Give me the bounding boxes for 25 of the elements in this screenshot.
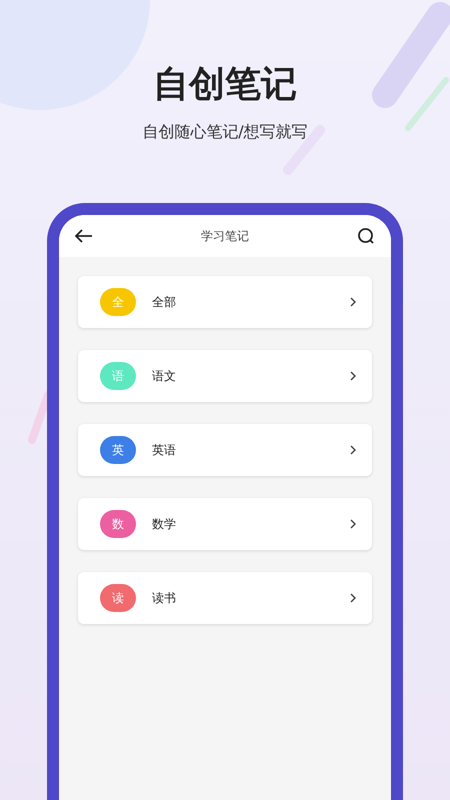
chevron-right-icon (350, 593, 356, 603)
category-badge: 读 (100, 584, 136, 612)
subtitle: 自创随心笔记/想写就写 (142, 121, 308, 143)
category-label: 数学 (152, 516, 177, 533)
category-card[interactable]: 数 数学 (78, 498, 372, 550)
chevron-right-icon (350, 519, 356, 529)
category-label: 语文 (152, 368, 177, 385)
category-badge: 数 (100, 510, 136, 538)
category-label: 读书 (152, 590, 177, 607)
category-card[interactable]: 英 英语 (78, 424, 372, 476)
chevron-right-icon (350, 371, 356, 381)
chevron-right-icon (350, 297, 356, 307)
headline: 自创笔记 (153, 63, 297, 107)
category-badge: 全 (100, 288, 136, 316)
category-label: 英语 (152, 442, 177, 459)
category-label: 全部 (152, 294, 177, 311)
category-badge: 英 (100, 436, 136, 464)
category-card[interactable]: 读 读书 (78, 572, 372, 624)
screen-title: 学习笔记 (201, 228, 249, 245)
category-badge: 语 (100, 362, 136, 390)
chevron-right-icon (350, 445, 356, 455)
category-card[interactable]: 全 全部 (78, 276, 372, 328)
back-icon[interactable] (75, 229, 93, 243)
category-card[interactable]: 语 语文 (78, 350, 372, 402)
search-icon[interactable] (357, 227, 375, 245)
